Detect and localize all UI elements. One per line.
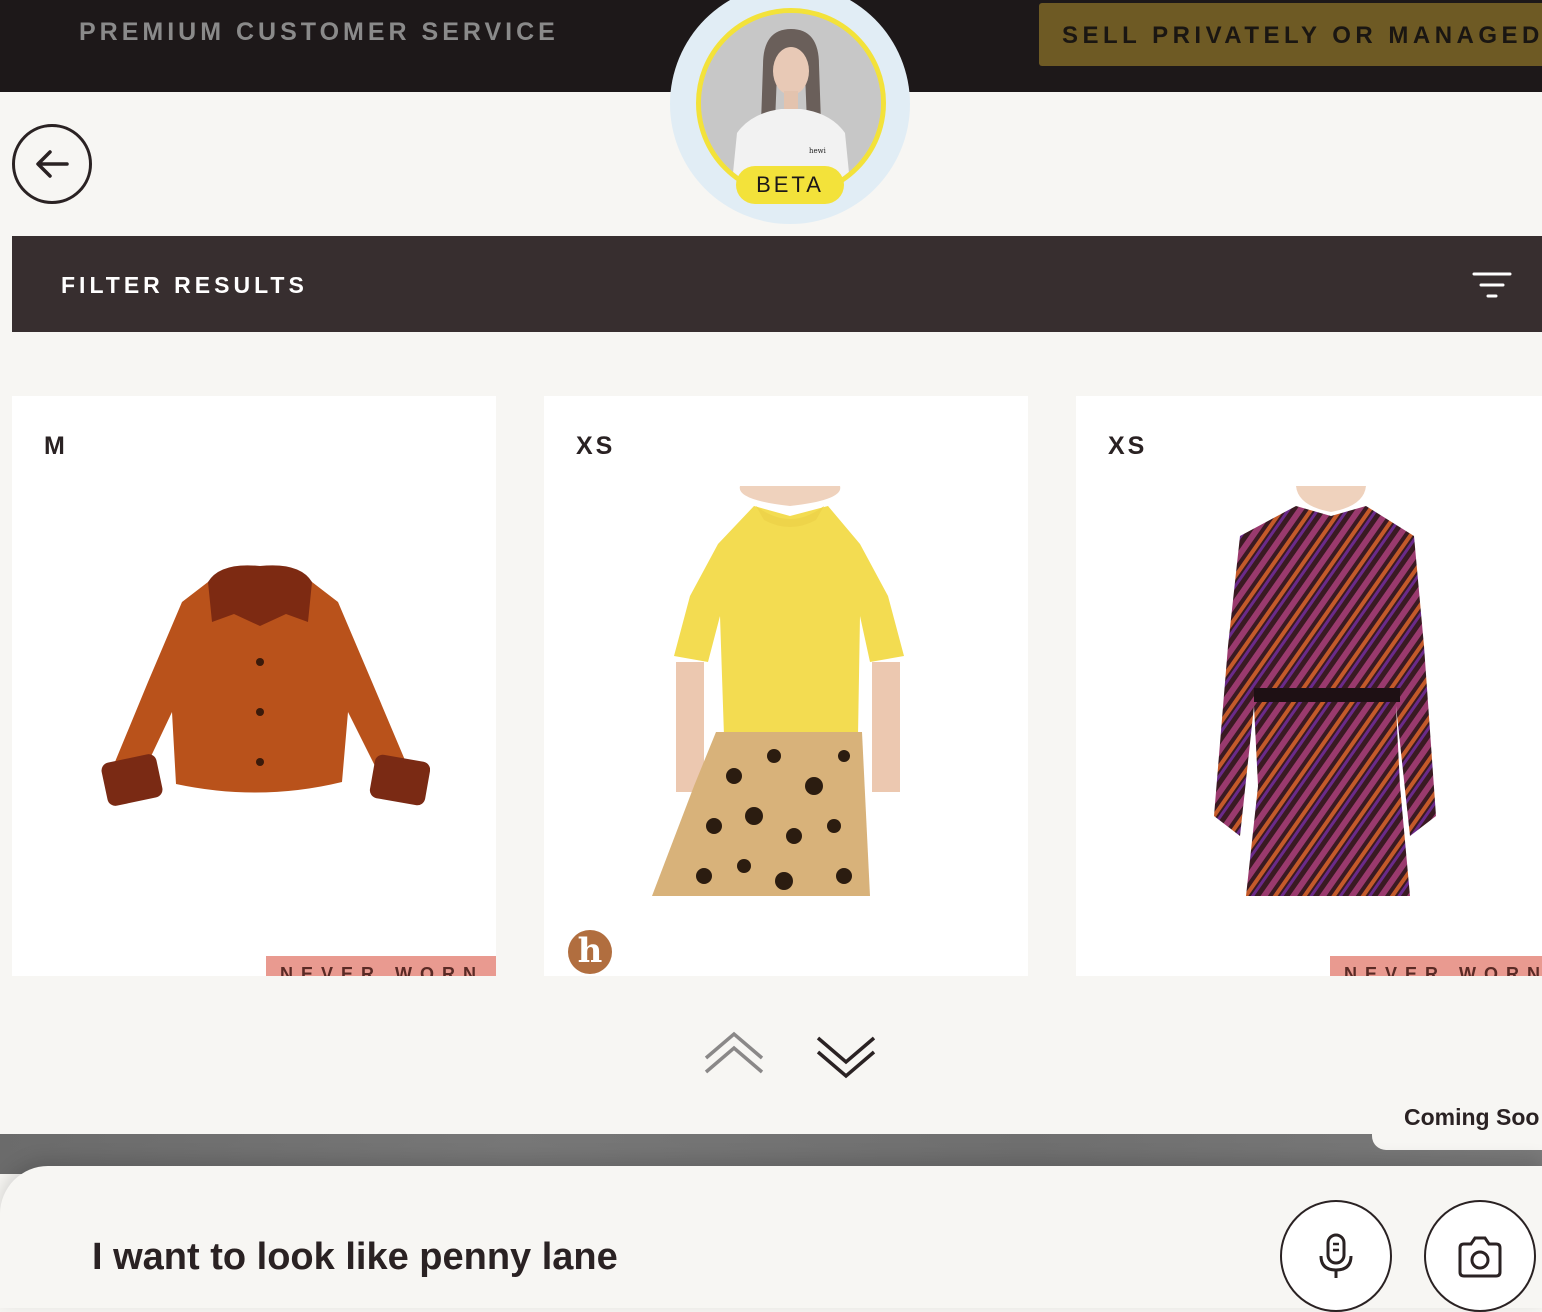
- filter-results-label: FILTER RESULTS: [61, 272, 308, 298]
- product-size: XS: [576, 432, 616, 460]
- filter-lines-icon[interactable]: [1472, 270, 1512, 300]
- jacket-image: [101, 565, 430, 806]
- query-text[interactable]: I want to look like penny lane: [92, 1236, 618, 1279]
- striped-dress-image: [1196, 486, 1456, 896]
- product-size: M: [44, 432, 68, 460]
- never-worn-badge: NEVER WORN: [1330, 956, 1542, 976]
- h-logo-icon: h: [568, 930, 612, 974]
- camera-button[interactable]: [1424, 1200, 1536, 1312]
- product-card[interactable]: XS NEVER WORN: [1076, 396, 1542, 976]
- assistant-avatar[interactable]: hewi BETA: [670, 0, 910, 224]
- beta-badge: BETA: [736, 166, 844, 204]
- microphone-icon: [1319, 1233, 1353, 1278]
- camera-icon: [1458, 1236, 1502, 1278]
- chevron-double-up-icon[interactable]: [704, 1030, 764, 1076]
- coming-soon-tab[interactable]: Coming Soo: [1372, 1090, 1542, 1150]
- microphone-button[interactable]: [1280, 1200, 1392, 1312]
- svg-text:hewi: hewi: [809, 147, 827, 155]
- product-card[interactable]: XS h: [544, 396, 1028, 976]
- chevron-double-down-icon[interactable]: [816, 1034, 876, 1080]
- filter-results-bar[interactable]: FILTER RESULTS: [12, 236, 1542, 332]
- product-card[interactable]: M NEVER WORN: [12, 396, 496, 976]
- premium-service-link[interactable]: PREMIUM CUSTOMER SERVICE: [79, 18, 559, 47]
- product-size: XS: [1108, 432, 1148, 460]
- chat-input-panel: I want to look like penny lane: [0, 1166, 1542, 1312]
- never-worn-badge: NEVER WORN: [266, 956, 496, 976]
- arrow-left-icon: [36, 150, 69, 178]
- back-button[interactable]: [12, 124, 92, 204]
- yellow-top-image: [644, 486, 934, 896]
- sell-button[interactable]: SELL PRIVATELY OR MANAGED: [1039, 3, 1542, 66]
